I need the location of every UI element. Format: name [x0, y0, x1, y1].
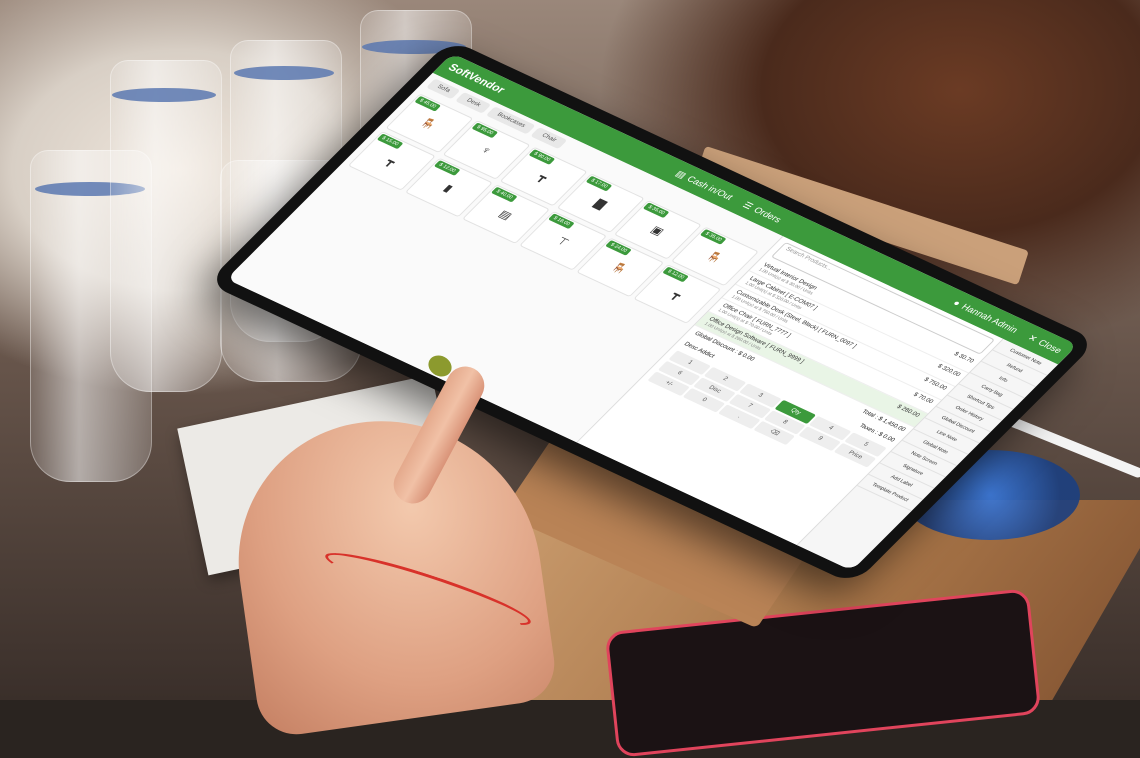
- cabinet-icon: ▇: [591, 197, 609, 211]
- table-icon: ┳: [535, 171, 551, 184]
- product-price: $ 35.00: [642, 202, 670, 219]
- product-price: $ 40.00: [490, 186, 518, 203]
- product-price: $ 35.00: [700, 229, 727, 245]
- product-price: $ 45.00: [414, 95, 441, 112]
- chair-icon: 🪑: [417, 116, 440, 132]
- chair-icon: 🪑: [703, 250, 725, 265]
- product-price: $ 24.00: [605, 240, 632, 256]
- bottle-cap: [112, 88, 216, 102]
- box-icon: ▣: [647, 224, 667, 238]
- desk-icon: ┳: [669, 289, 685, 302]
- product-price: $ 90.00: [528, 149, 556, 165]
- desk-icon: ┳: [383, 156, 399, 168]
- bottle-cap: [234, 66, 334, 80]
- hand: [170, 351, 590, 740]
- product-price: $ 12.00: [433, 160, 461, 176]
- product-price: $ 17.00: [585, 175, 613, 192]
- product-price: $ 15.00: [376, 133, 404, 150]
- bin-icon: ▮: [440, 182, 456, 195]
- product-price: $ 95.00: [471, 122, 499, 139]
- stool-icon: ⊤: [553, 235, 572, 249]
- product-price: $ 12.00: [662, 266, 690, 283]
- glass-bottle: [110, 60, 222, 392]
- chair-icon: 🪑: [608, 261, 631, 276]
- shelf-icon: ▤: [495, 208, 515, 222]
- lamp-icon: ♆: [477, 144, 495, 157]
- product-price: $ 18.00: [548, 213, 575, 230]
